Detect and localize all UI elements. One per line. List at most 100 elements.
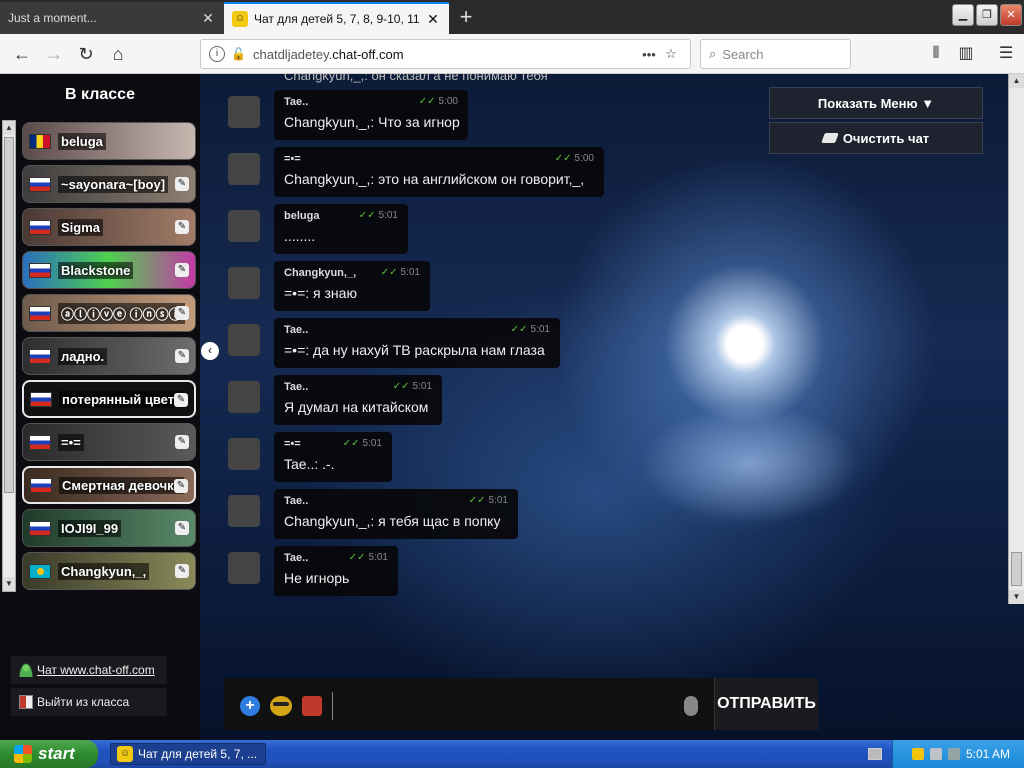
new-tab-button[interactable]: + (452, 4, 480, 32)
window-close-button[interactable]: ✕ (1000, 4, 1022, 26)
avatar[interactable] (228, 381, 260, 413)
volume-icon[interactable] (947, 748, 960, 760)
user-item[interactable]: Смертная девочка ✎ (22, 466, 196, 504)
restore-button[interactable]: ❐ (976, 4, 998, 26)
private-message-icon[interactable]: ✎ (174, 479, 188, 493)
time-value: 5:01 (362, 438, 382, 449)
bookmark-star-icon[interactable]: ☆ (660, 46, 682, 62)
user-name: beluga (58, 132, 106, 150)
site-link[interactable]: Чат www.chat-off.com (11, 656, 167, 684)
message-time: ✓✓ 5:01 (359, 210, 398, 221)
tab-title: Чат для детей 5, 7, 8, 9-10, 11 (254, 12, 420, 26)
reload-icon[interactable]: ↻ (72, 40, 100, 68)
sticker-icon[interactable] (302, 696, 322, 716)
double-check-icon: ✓✓ (510, 324, 528, 335)
avatar[interactable] (228, 495, 260, 527)
user-item[interactable]: ⓐⓛⓘⓥⓔ ⓘⓝⓢⓘ ✎ (22, 294, 196, 332)
avatar[interactable] (228, 552, 260, 584)
clear-chat-button[interactable]: Очистить чат (769, 122, 983, 154)
message-text: =•=: да ну нахуй ТВ раскрыла нам глаза (284, 342, 545, 358)
url-domain: chat-off.com (332, 46, 404, 62)
forward-arrow-icon[interactable]: → (40, 40, 68, 68)
page-actions-icon[interactable]: ••• (638, 47, 660, 62)
avatar[interactable] (228, 324, 260, 356)
avatar[interactable] (228, 438, 260, 470)
windows-logo-icon (14, 745, 32, 763)
collapse-panel-chevron-icon[interactable]: ‹ (201, 342, 219, 360)
users-scrollbar[interactable]: ▲ ▼ (2, 120, 16, 592)
private-message-icon[interactable]: ✎ (175, 564, 189, 578)
users-panel: В классе ▲ ▼ beluga ~sayonara~[boy] ✎ Si… (0, 74, 200, 740)
start-button[interactable]: start (0, 740, 98, 768)
user-item[interactable]: Blackstone ✎ (22, 251, 196, 289)
url-bar[interactable]: i 🔓 chatdljadetey. chat-off.com ••• ☆ (200, 39, 691, 69)
private-message-icon[interactable]: ✎ (175, 435, 189, 449)
taskbar-window-button[interactable]: ☺ Чат для детей 5, 7, ... (110, 743, 266, 765)
scrollbar-thumb[interactable] (4, 137, 14, 493)
private-message-icon[interactable]: ✎ (175, 306, 189, 320)
scroll-up-arrow-icon[interactable]: ▲ (1009, 74, 1024, 88)
message-sender[interactable]: =•= (284, 153, 594, 165)
avatar[interactable] (228, 153, 260, 185)
scroll-up-arrow-icon[interactable]: ▲ (3, 121, 15, 135)
library-icon[interactable]: ⫴ (922, 40, 950, 68)
private-message-icon[interactable]: ✎ (175, 349, 189, 363)
user-item[interactable]: =•= ✎ (22, 423, 196, 461)
attach-plus-icon[interactable]: + (240, 696, 260, 716)
search-input[interactable]: ⌕ Search (700, 39, 851, 69)
close-icon[interactable]: ✕ (425, 11, 441, 28)
tab-chat[interactable]: ☺ Чат для детей 5, 7, 8, 9-10, 11 ✕ (224, 2, 449, 34)
user-item-selected[interactable]: потерянный цвет ок ✎ (22, 380, 196, 418)
show-menu-button[interactable]: Показать Меню ▼ (769, 87, 983, 119)
private-message-icon[interactable]: ✎ (175, 177, 189, 191)
shield-icon[interactable] (911, 748, 924, 760)
user-item[interactable]: ладно. ✎ (22, 337, 196, 375)
kazakhstan-flag-icon (29, 563, 51, 579)
user-name: Blackstone (58, 261, 134, 279)
chat-scrollbar[interactable]: ▲ ▼ (1008, 74, 1024, 604)
user-item[interactable]: IOJI9I_99 ✎ (22, 509, 196, 547)
insecure-lock-icon[interactable]: 🔓 (231, 47, 246, 61)
user-item[interactable]: beluga (22, 122, 196, 160)
url-host: chatdljadetey. (253, 46, 333, 62)
tab-just-a-moment[interactable]: Just a moment... ✕ (0, 2, 224, 34)
exit-class-link[interactable]: Выйти из класса (11, 688, 167, 716)
minimize-button[interactable]: ▁ (952, 4, 974, 26)
clock[interactable]: 5:01 AM (966, 747, 1010, 761)
network-icon[interactable] (929, 748, 942, 760)
taskbar-window-label: Чат для детей 5, 7, ... (138, 747, 258, 761)
avatar[interactable] (228, 210, 260, 242)
partial-message: Changkyun,_,: он сказал а не понимаю теб… (284, 74, 548, 83)
emoji-icon[interactable] (270, 696, 292, 716)
avatar[interactable] (228, 267, 260, 299)
russia-flag-icon (29, 520, 51, 536)
user-item[interactable]: Sigma ✎ (22, 208, 196, 246)
user-name: Changkyun,_, (58, 562, 150, 580)
scroll-down-arrow-icon[interactable]: ▼ (1009, 590, 1024, 604)
scroll-down-arrow-icon[interactable]: ▼ (3, 577, 15, 591)
keyboard-icon[interactable] (868, 748, 882, 760)
close-icon[interactable]: ✕ (200, 10, 216, 27)
sidebar-icon[interactable]: ▥ (952, 40, 980, 68)
send-button[interactable]: ОТПРАВИТЬ (714, 678, 818, 730)
microphone-icon[interactable] (684, 696, 698, 716)
message-time: ✓✓ 5:01 (511, 324, 550, 335)
user-item[interactable]: ~sayonara~[boy] ✎ (22, 165, 196, 203)
chat-page: В классе ▲ ▼ beluga ~sayonara~[boy] ✎ Si… (0, 74, 1024, 740)
private-message-icon[interactable]: ✎ (175, 220, 189, 234)
scrollbar-thumb[interactable] (1011, 552, 1022, 586)
back-arrow-icon[interactable]: ← (8, 40, 36, 68)
user-item[interactable]: Changkyun,_, ✎ (22, 552, 196, 590)
browser-nav-bar: ← → ↻ ⌂ i 🔓 chatdljadetey. chat-off.com •… (0, 34, 1024, 74)
time-value: 5:00 (438, 96, 458, 107)
message-text: =•=: я знаю (284, 285, 357, 301)
home-icon[interactable]: ⌂ (104, 40, 132, 68)
private-message-icon[interactable]: ✎ (175, 521, 189, 535)
info-icon[interactable]: i (209, 46, 225, 62)
private-message-icon[interactable]: ✎ (174, 393, 188, 407)
avatar[interactable] (228, 96, 260, 128)
hamburger-menu-icon[interactable]: ☰ (992, 40, 1020, 68)
message-input[interactable] (332, 692, 672, 720)
private-message-icon[interactable]: ✎ (175, 263, 189, 277)
message-bubble: beluga ✓✓ 5:01 ........ (274, 204, 408, 254)
